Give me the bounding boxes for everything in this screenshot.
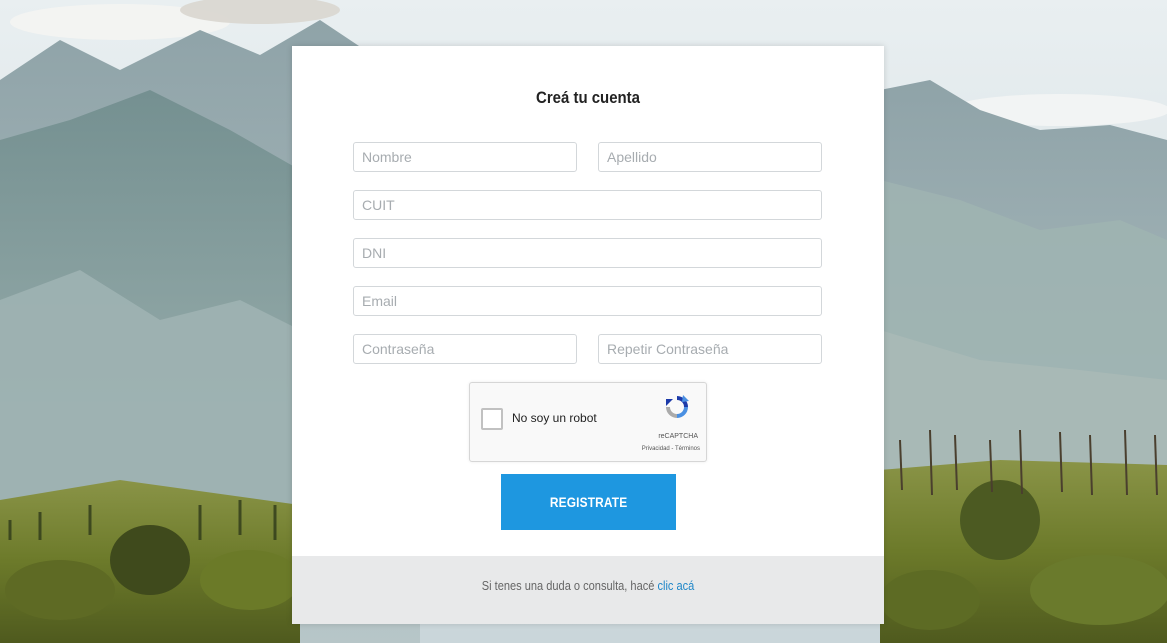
recaptcha-links[interactable]: Privacidad - Términos [642,446,700,452]
password-repeat-input[interactable] [598,334,822,364]
register-button[interactable]: REGISTRATE [501,474,676,530]
recaptcha-logo-icon [666,395,689,418]
recaptcha-widget: No soy un robot reCAPTCHA Privacidad - T… [469,382,707,462]
page-background: Creá tu cuenta No soy un robot reCAPTCHA… [0,0,1167,643]
help-link[interactable]: clic acá [657,578,694,593]
registration-card: Creá tu cuenta No soy un robot reCAPTCHA… [292,46,884,624]
recaptcha-label: No soy un robot [512,411,597,425]
recaptcha-checkbox[interactable] [481,408,503,430]
register-button-label: REGISTRATE [549,494,628,510]
email-input[interactable] [353,286,822,316]
form-title: Creá tu cuenta [536,88,640,107]
cuit-input[interactable] [353,190,822,220]
footer-text: Si tenes una duda o consulta, hacé [481,578,655,593]
apellido-input[interactable] [598,142,822,172]
recaptcha-brand: reCAPTCHA [658,433,698,440]
help-footer: Si tenes una duda o consulta, hacé clic … [292,556,884,624]
password-input[interactable] [353,334,577,364]
nombre-input[interactable] [353,142,577,172]
dni-input[interactable] [353,238,822,268]
